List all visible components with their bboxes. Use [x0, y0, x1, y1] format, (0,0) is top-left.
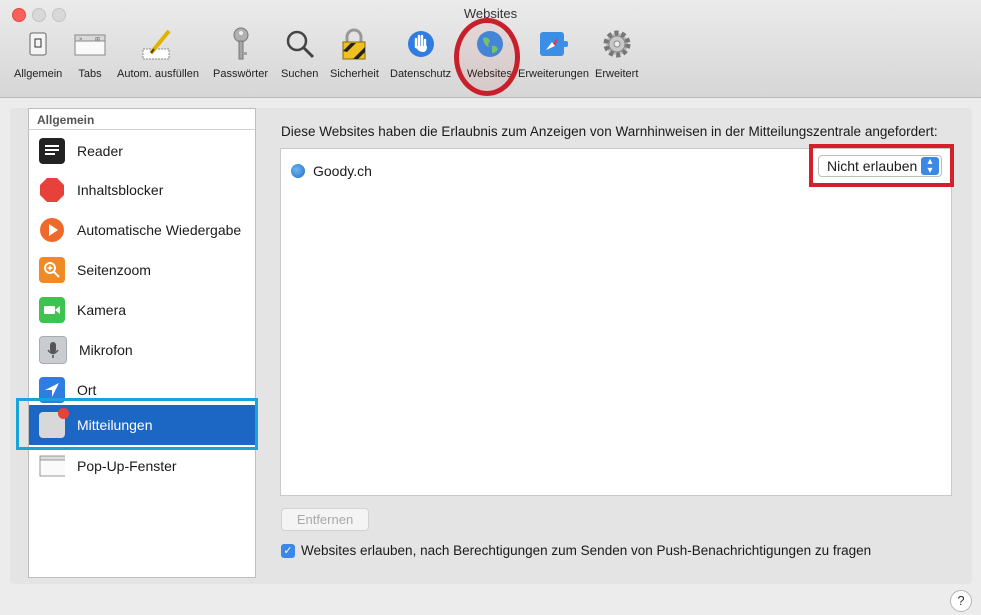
toolbar-item-search[interactable]: Suchen: [281, 26, 318, 92]
toolbar-item-extensions[interactable]: Erweiterungen: [518, 26, 589, 92]
sidebar-item-kamera[interactable]: Kamera: [29, 290, 255, 330]
toolbar-item-passwords[interactable]: Passwörter: [213, 26, 268, 92]
toolbar-item-privacy[interactable]: Datenschutz: [390, 26, 451, 92]
push-permission-row[interactable]: ✓ Websites erlauben, nach Berechtigungen…: [281, 543, 871, 558]
remove-button[interactable]: Entfernen: [281, 508, 369, 531]
pencil-icon: [140, 26, 176, 62]
extensions-icon: [535, 26, 571, 62]
sidebar-item-reader[interactable]: Reader: [29, 131, 255, 171]
permission-description: Diese Websites haben die Erlaubnis zum A…: [281, 124, 938, 139]
hand-icon: [403, 26, 439, 62]
checkbox-checked-icon[interactable]: ✓: [281, 543, 295, 558]
toolbar-item-autofill[interactable]: Autom. ausfüllen: [117, 26, 199, 92]
camera-icon: [39, 297, 65, 323]
switch-icon: [20, 26, 56, 62]
popup-window-icon: [39, 453, 65, 479]
toolbar-item-allgemein[interactable]: Allgemein: [14, 26, 62, 92]
stop-icon: [39, 177, 65, 203]
key-icon: [223, 26, 259, 62]
sidebar: Allgemein Reader Inhaltsblocker Automati…: [28, 108, 256, 578]
site-name: Goody.ch: [313, 163, 372, 179]
magnifier-icon: [282, 26, 318, 62]
list-item[interactable]: Goody.ch: [291, 163, 372, 179]
sidebar-header: Allgemein: [37, 113, 95, 127]
lock-icon: [336, 26, 372, 62]
microphone-icon: [39, 336, 67, 364]
sidebar-item-inhaltsblocker[interactable]: Inhaltsblocker: [29, 170, 255, 210]
globe-icon: [291, 164, 305, 178]
sidebar-item-mikrofon[interactable]: Mikrofon: [29, 330, 255, 370]
toolbar-item-advanced[interactable]: Erweitert: [595, 26, 638, 92]
websites-list[interactable]: Goody.ch: [280, 148, 952, 496]
toolbar-item-tabs[interactable]: × ⊞ Tabs: [72, 26, 108, 92]
reader-icon: [39, 138, 65, 164]
window-toolbar: Websites Allgemein × ⊞ Tabs Autom. ausfül…: [0, 0, 981, 98]
svg-text:⊞: ⊞: [95, 37, 100, 43]
svg-text:×: ×: [79, 37, 83, 43]
tabs-icon: × ⊞: [72, 26, 108, 62]
sidebar-item-seitenzoom[interactable]: Seitenzoom: [29, 250, 255, 290]
gear-icon: [599, 26, 635, 62]
zoom-icon: [39, 257, 65, 283]
sidebar-item-autoplay[interactable]: Automatische Wiedergabe: [29, 210, 255, 250]
sidebar-item-popup[interactable]: Pop-Up-Fenster: [29, 446, 255, 486]
play-icon: [39, 217, 65, 243]
highlight-circle: [454, 18, 520, 96]
highlight-box: [809, 144, 954, 187]
selection-highlight-box: [16, 398, 258, 450]
sidebar-divider: [29, 129, 255, 130]
toolbar-item-security[interactable]: Sicherheit: [330, 26, 379, 92]
checkbox-label: Websites erlauben, nach Berechtigungen z…: [301, 543, 872, 558]
help-button[interactable]: ?: [950, 590, 972, 612]
